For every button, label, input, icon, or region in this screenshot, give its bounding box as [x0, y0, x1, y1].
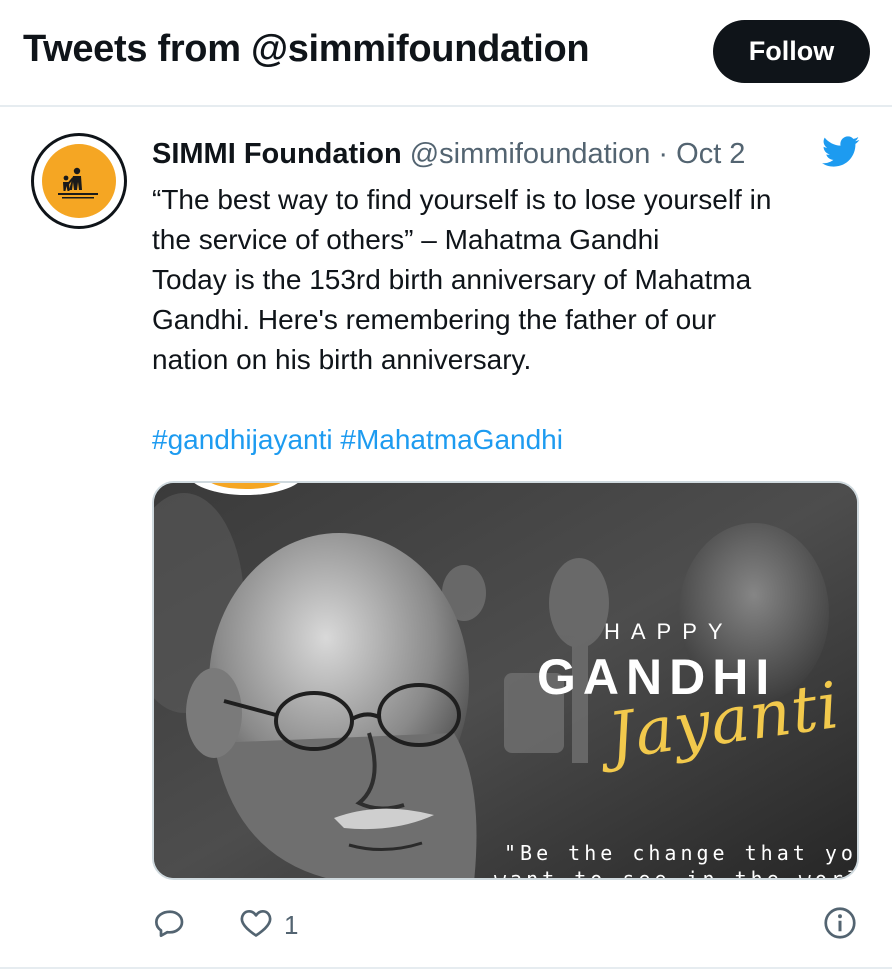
simmi-logo-icon [42, 144, 116, 218]
tweet-text: “The best way to find yourself is to los… [152, 180, 852, 380]
author-name[interactable]: SIMMI Foundation [152, 138, 402, 170]
follow-button[interactable]: Follow [713, 20, 870, 83]
media-quote-line: want to see in the world" [494, 867, 859, 880]
timeline-header: Tweets from @simmifoundation Follow [0, 0, 892, 107]
header-separator: · [658, 138, 669, 170]
hashtag-link[interactable]: #gandhijayanti [152, 424, 333, 455]
divider [0, 967, 892, 969]
author-handle[interactable]: @simmifoundation [410, 138, 651, 170]
page-title: Tweets from @simmifoundation [23, 28, 590, 70]
reply-button[interactable] [152, 904, 188, 946]
media-happy-text: HAPPY [604, 619, 734, 644]
tweet-text-line: the service of others” – Mahatma Gandhi [152, 224, 660, 255]
hashtag-link[interactable]: #MahatmaGandhi [340, 424, 563, 455]
heart-icon [238, 905, 274, 946]
tweet-text-line: Today is the 153rd birth anniversary of … [152, 264, 752, 295]
twitter-bird-icon[interactable] [822, 136, 860, 168]
tweet-header: SIMMI Foundation @simmifoundation · Oct … [152, 136, 745, 172]
like-count: 1 [284, 909, 299, 940]
reply-icon [152, 905, 188, 946]
tweet-text-line: Gandhi. Here's remembering the father of… [152, 304, 717, 335]
hashtag-list: #gandhijayanti #MahatmaGandhi [152, 420, 563, 460]
info-icon [822, 905, 858, 946]
tweet-text-line: nation on his birth anniversary. [152, 344, 532, 375]
tweet-media-image[interactable]: HAPPY GANDHI Jayanti "Be the change that… [152, 481, 859, 880]
info-button[interactable] [822, 904, 858, 946]
like-button[interactable]: 1 [238, 904, 298, 946]
avatar[interactable] [31, 133, 127, 229]
media-quote-line: "Be the change that you [504, 841, 859, 865]
tweet-date[interactable]: Oct 2 [676, 138, 745, 170]
tweet-text-line: “The best way to find yourself is to los… [152, 184, 772, 215]
